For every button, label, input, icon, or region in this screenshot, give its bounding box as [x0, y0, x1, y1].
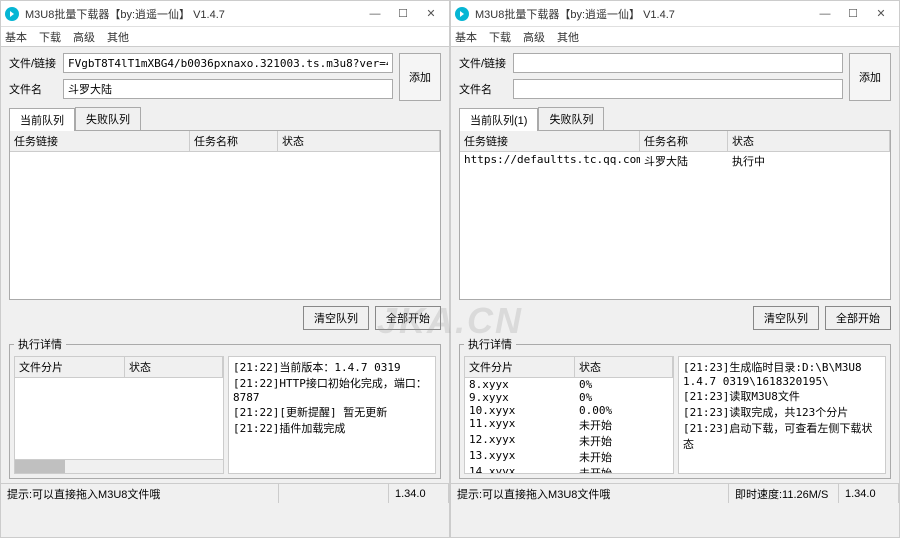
- menubar: 基本 下载 高级 其他: [451, 27, 899, 47]
- queue-body: https://defaultts.tc.qq.com/d...斗罗大陆执行中: [460, 152, 890, 299]
- status-hint: 提示:可以直接拖入M3U8文件哦: [451, 484, 729, 503]
- menu-download[interactable]: 下载: [39, 29, 61, 45]
- menu-download[interactable]: 下载: [489, 29, 511, 45]
- menu-advanced[interactable]: 高级: [523, 29, 545, 45]
- list-item[interactable]: 10.xyyx0.00%: [465, 404, 673, 417]
- status-version: 1.34.0: [839, 484, 899, 503]
- add-button[interactable]: 添加: [849, 53, 891, 101]
- segment-grid: 文件分片 状态: [14, 356, 224, 474]
- tab-failed-queue[interactable]: 失败队列: [75, 107, 141, 130]
- statusbar: 提示:可以直接拖入M3U8文件哦 1.34.0: [1, 483, 449, 503]
- scrollbar[interactable]: [15, 459, 223, 473]
- name-label: 文件名: [459, 81, 509, 97]
- url-input[interactable]: [513, 53, 843, 73]
- window-left: M3U8批量下载器【by:逍遥一仙】 V1.4.7 — ☐ ✕ 基本 下载 高级…: [0, 0, 450, 538]
- col-status[interactable]: 状态: [278, 131, 440, 151]
- status-hint: 提示:可以直接拖入M3U8文件哦: [1, 484, 279, 503]
- list-item[interactable]: 9.xyyx0%: [465, 391, 673, 404]
- add-button[interactable]: 添加: [399, 53, 441, 101]
- queue-body: [10, 152, 440, 299]
- menu-advanced[interactable]: 高级: [73, 29, 95, 45]
- app-icon: [5, 7, 19, 21]
- menu-other[interactable]: 其他: [107, 29, 129, 45]
- clear-queue-button[interactable]: 清空队列: [303, 306, 369, 330]
- tab-current-queue[interactable]: 当前队列(1): [459, 108, 538, 131]
- list-item[interactable]: 14.xyyx未开始: [465, 465, 673, 473]
- minimize-button[interactable]: —: [811, 3, 839, 25]
- queue-panel: 任务链接 任务名称 状态: [9, 130, 441, 300]
- col-link[interactable]: 任务链接: [10, 131, 190, 151]
- start-all-button[interactable]: 全部开始: [825, 306, 891, 330]
- menu-other[interactable]: 其他: [557, 29, 579, 45]
- window-right: M3U8批量下载器【by:逍遥一仙】 V1.4.7 — ☐ ✕ 基本 下载 高级…: [450, 0, 900, 538]
- detail-fieldset: 执行详情 文件分片 状态 8.xyyx0%9.xyyx0%10.xyyx0.00…: [459, 336, 891, 479]
- col-name[interactable]: 任务名称: [640, 131, 728, 151]
- url-input[interactable]: [63, 53, 393, 73]
- col-link[interactable]: 任务链接: [460, 131, 640, 151]
- col-seg-status[interactable]: 状态: [125, 357, 223, 377]
- list-item[interactable]: 11.xyyx未开始: [465, 417, 673, 433]
- status-version: 1.34.0: [389, 484, 449, 503]
- close-button[interactable]: ✕: [417, 3, 445, 25]
- start-all-button[interactable]: 全部开始: [375, 306, 441, 330]
- clear-queue-button[interactable]: 清空队列: [753, 306, 819, 330]
- segment-grid: 文件分片 状态 8.xyyx0%9.xyyx0%10.xyyx0.00%11.x…: [464, 356, 674, 474]
- list-item[interactable]: 13.xyyx未开始: [465, 449, 673, 465]
- name-input[interactable]: [63, 79, 393, 99]
- menu-basic[interactable]: 基本: [455, 29, 477, 45]
- tab-current-queue[interactable]: 当前队列: [9, 108, 75, 131]
- statusbar: 提示:可以直接拖入M3U8文件哦 即时速度:11.26M/S 1.34.0: [451, 483, 899, 503]
- list-item[interactable]: 12.xyyx未开始: [465, 433, 673, 449]
- maximize-button[interactable]: ☐: [389, 3, 417, 25]
- close-button[interactable]: ✕: [867, 3, 895, 25]
- col-seg-status[interactable]: 状态: [575, 357, 673, 377]
- detail-legend: 执行详情: [14, 336, 66, 352]
- segment-body: [15, 378, 223, 459]
- col-segment[interactable]: 文件分片: [15, 357, 125, 377]
- log-panel: [21:22]当前版本：1.4.7 0319 [21:22]HTTP接口初始化完…: [228, 356, 436, 474]
- status-speed: [279, 484, 389, 503]
- name-label: 文件名: [9, 81, 59, 97]
- title: M3U8批量下载器【by:逍遥一仙】 V1.4.7: [25, 6, 361, 22]
- url-label: 文件/链接: [459, 55, 509, 71]
- table-row[interactable]: https://defaultts.tc.qq.com/d...斗罗大陆执行中: [460, 152, 890, 170]
- menu-basic[interactable]: 基本: [5, 29, 27, 45]
- detail-fieldset: 执行详情 文件分片 状态 [21:22]当前版本：1.4.7 0319 [21:…: [9, 336, 441, 479]
- titlebar: M3U8批量下载器【by:逍遥一仙】 V1.4.7 — ☐ ✕: [451, 1, 899, 27]
- menubar: 基本 下载 高级 其他: [1, 27, 449, 47]
- name-input[interactable]: [513, 79, 843, 99]
- minimize-button[interactable]: —: [361, 3, 389, 25]
- col-segment[interactable]: 文件分片: [465, 357, 575, 377]
- title: M3U8批量下载器【by:逍遥一仙】 V1.4.7: [475, 6, 811, 22]
- maximize-button[interactable]: ☐: [839, 3, 867, 25]
- url-label: 文件/链接: [9, 55, 59, 71]
- list-item[interactable]: 8.xyyx0%: [465, 378, 673, 391]
- col-name[interactable]: 任务名称: [190, 131, 278, 151]
- col-status[interactable]: 状态: [728, 131, 890, 151]
- detail-legend: 执行详情: [464, 336, 516, 352]
- queue-panel: 任务链接 任务名称 状态 https://defaultts.tc.qq.com…: [459, 130, 891, 300]
- segment-body: 8.xyyx0%9.xyyx0%10.xyyx0.00%11.xyyx未开始12…: [465, 378, 673, 473]
- app-icon: [455, 7, 469, 21]
- titlebar: M3U8批量下载器【by:逍遥一仙】 V1.4.7 — ☐ ✕: [1, 1, 449, 27]
- log-panel: [21:23]生成临时目录:D:\B\M3U8 1.4.7 0319\16183…: [678, 356, 886, 474]
- tab-failed-queue[interactable]: 失败队列: [538, 107, 604, 130]
- status-speed: 即时速度:11.26M/S: [729, 484, 839, 503]
